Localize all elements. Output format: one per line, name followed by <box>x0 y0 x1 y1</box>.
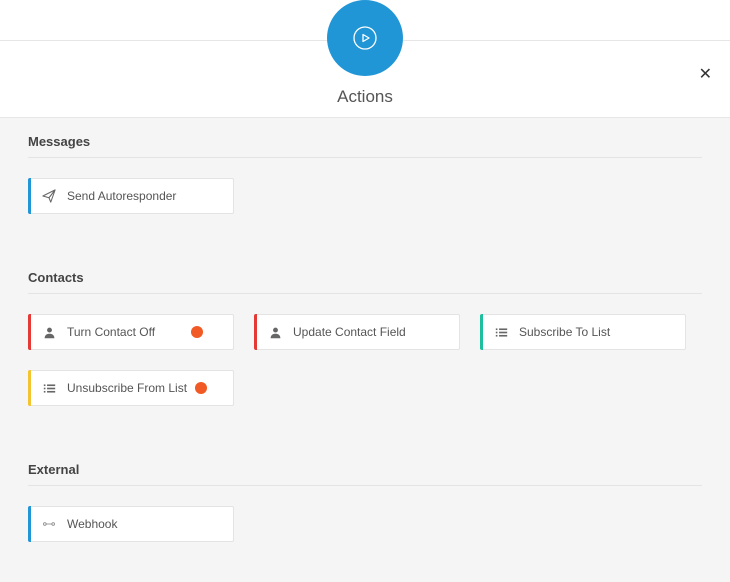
section-title-messages: Messages <box>28 118 702 158</box>
webhook-icon <box>41 519 57 529</box>
content-scroll[interactable]: Messages Send Autoresponder Contacts Tur… <box>0 118 730 582</box>
card-subscribe-to-list[interactable]: Subscribe To List <box>480 314 686 350</box>
card-label: Unsubscribe From List <box>67 381 187 395</box>
section-title-external: External <box>28 446 702 486</box>
close-button[interactable]: ✕ <box>699 67 712 83</box>
close-icon: ✕ <box>699 66 712 83</box>
actions-circle-icon <box>327 0 403 76</box>
list-icon <box>41 382 57 395</box>
card-unsubscribe-from-list[interactable]: Unsubscribe From List <box>28 370 234 406</box>
content: Messages Send Autoresponder Contacts Tur… <box>0 118 730 582</box>
card-label: Update Contact Field <box>293 325 459 339</box>
card-accent <box>480 314 483 350</box>
page-title: Actions <box>337 87 393 107</box>
card-accent <box>28 506 31 542</box>
indicator-dot <box>195 382 207 394</box>
cards-row-contacts: Turn Contact Off Update Contact Field Su… <box>28 314 702 406</box>
card-accent <box>28 370 31 406</box>
card-label: Webhook <box>67 517 233 531</box>
cards-row-messages: Send Autoresponder <box>28 178 702 214</box>
user-icon <box>267 326 283 339</box>
cards-row-external: Webhook <box>28 506 702 542</box>
card-turn-contact-off[interactable]: Turn Contact Off <box>28 314 234 350</box>
card-accent <box>28 314 31 350</box>
section-title-contacts: Contacts <box>28 254 702 294</box>
card-label: Send Autoresponder <box>67 189 233 203</box>
card-label: Subscribe To List <box>519 325 685 339</box>
indicator-dot <box>191 326 203 338</box>
card-accent <box>28 178 31 214</box>
card-webhook[interactable]: Webhook <box>28 506 234 542</box>
paper-plane-icon <box>41 189 57 203</box>
user-icon <box>41 326 57 339</box>
card-update-contact-field[interactable]: Update Contact Field <box>254 314 460 350</box>
list-icon <box>493 326 509 339</box>
card-send-autoresponder[interactable]: Send Autoresponder <box>28 178 234 214</box>
card-label: Turn Contact Off <box>67 325 183 339</box>
card-accent <box>254 314 257 350</box>
